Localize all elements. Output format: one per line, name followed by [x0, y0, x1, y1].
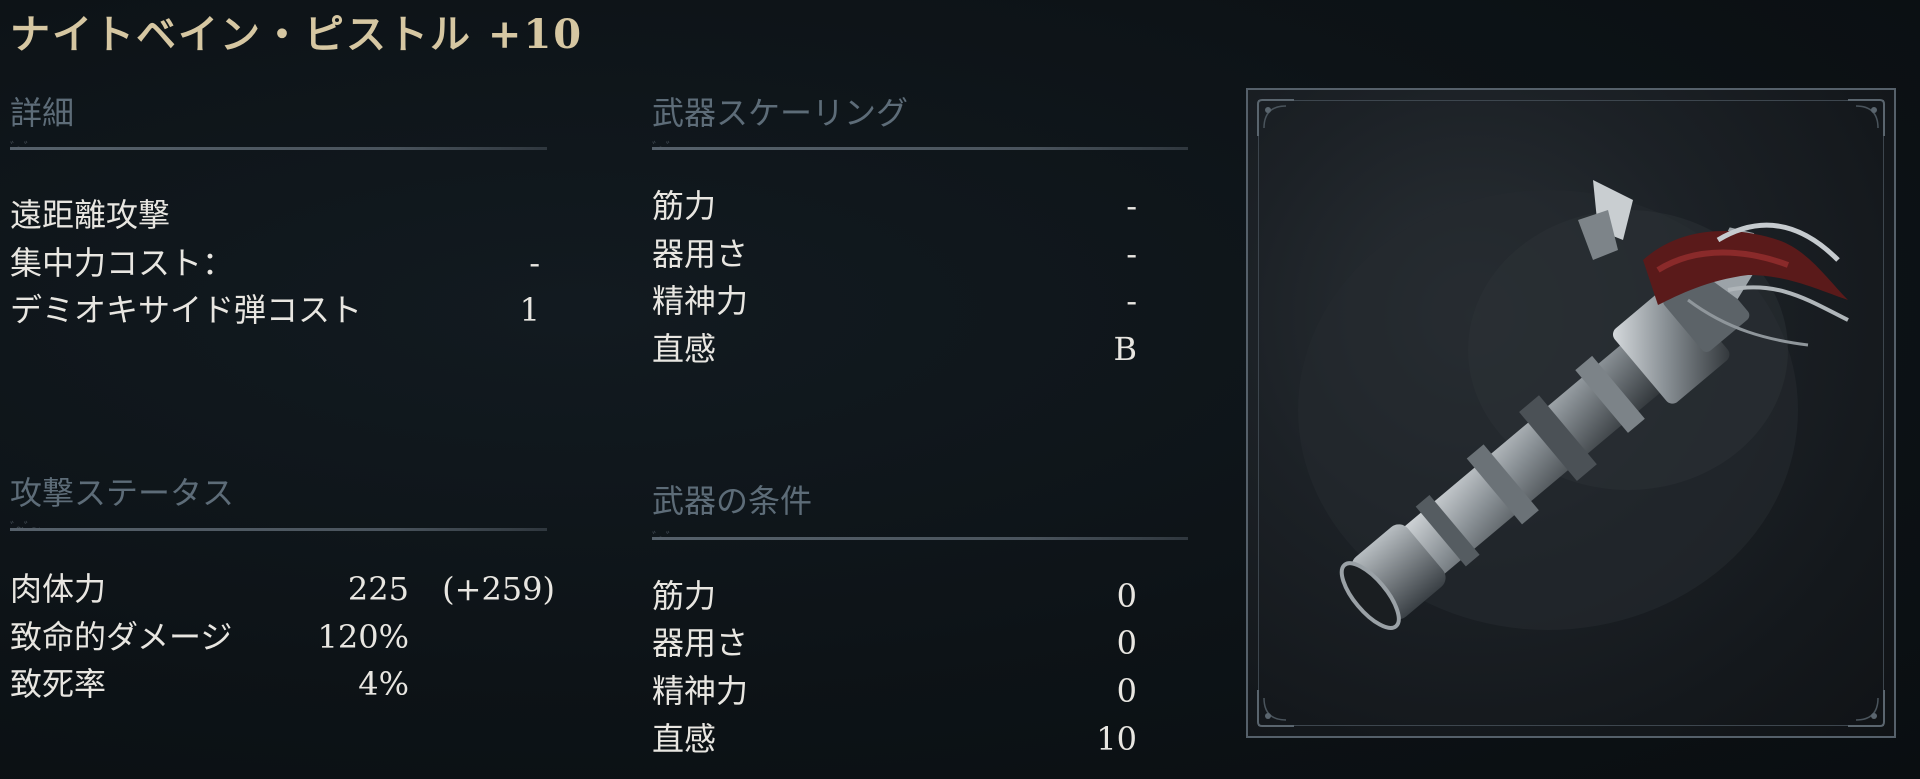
requirement-row-spirit: 精神力 0	[652, 668, 1137, 714]
scaling-label: 直感	[652, 330, 717, 368]
scaling-label: 精神力	[652, 282, 749, 320]
scaling-row-intuition: 直感 B	[652, 326, 1137, 372]
scaling-divider	[652, 147, 1188, 150]
attack-label: 肉体力	[10, 570, 107, 608]
scaling-row-dexterity: 器用さ -	[652, 231, 1137, 277]
scaling-label: 筋力	[652, 187, 717, 225]
nightbane-pistol-icon	[1298, 180, 1849, 630]
requirement-label: 筋力	[652, 577, 717, 615]
requirement-row-dexterity: 器用さ 0	[652, 620, 1137, 666]
scaling-value: -	[1126, 282, 1137, 320]
attack-label: 致死率	[10, 665, 107, 703]
detail-label: 遠距離攻撃	[10, 196, 171, 234]
requirement-value: 10	[1096, 720, 1137, 758]
requirement-row-intuition: 直感 10	[652, 716, 1137, 762]
requirement-label: 器用さ	[652, 624, 749, 662]
detail-label: 集中力コスト：	[10, 244, 235, 282]
scaling-row-spirit: 精神力 -	[652, 278, 1137, 324]
requirement-value: 0	[1116, 624, 1137, 662]
weapon-image-frame	[1246, 88, 1896, 738]
scaling-heading: 武器スケーリング	[652, 94, 909, 132]
requirements-divider	[652, 537, 1188, 540]
scaling-value: B	[1113, 330, 1137, 368]
scaling-value: -	[1126, 235, 1137, 273]
attack-label: 致命的ダメージ	[10, 618, 233, 656]
scaling-value: -	[1126, 187, 1137, 225]
detail-label: デミオキサイド弾コスト	[10, 291, 363, 329]
detail-row-ammo-cost: デミオキサイド弾コスト 1	[10, 287, 540, 333]
attack-value: 120%	[317, 618, 409, 656]
details-divider	[10, 147, 547, 150]
requirement-row-strength: 筋力 0	[652, 573, 1137, 619]
attack-value: 4%	[358, 665, 409, 703]
scaling-row-strength: 筋力 -	[652, 183, 1137, 229]
requirements-heading: 武器の条件	[652, 482, 813, 520]
detail-value: -	[529, 244, 540, 282]
attack-divider	[10, 528, 547, 531]
details-heading: 詳細	[10, 94, 75, 132]
scaling-label: 器用さ	[652, 235, 749, 273]
requirement-value: 0	[1116, 672, 1137, 710]
requirement-value: 0	[1116, 577, 1137, 615]
attack-value: 225	[347, 570, 409, 608]
attack-row-crit-damage: 致命的ダメージ 120%	[10, 614, 555, 660]
detail-row-ranged: 遠距離攻撃	[10, 192, 540, 238]
item-title: ナイトベイン・ピストル +10	[10, 11, 584, 58]
requirement-label: 精神力	[652, 672, 749, 710]
detail-value: 1	[519, 291, 540, 329]
requirement-label: 直感	[652, 720, 717, 758]
attack-row-crit-rate: 致死率 4%	[10, 661, 555, 707]
attack-bonus: (+259)	[442, 570, 555, 608]
attack-row-physical: 肉体力 225 (+259)	[10, 566, 555, 612]
attack-heading: 攻撃ステータス	[10, 474, 235, 512]
detail-row-focus-cost: 集中力コスト： -	[10, 240, 540, 286]
